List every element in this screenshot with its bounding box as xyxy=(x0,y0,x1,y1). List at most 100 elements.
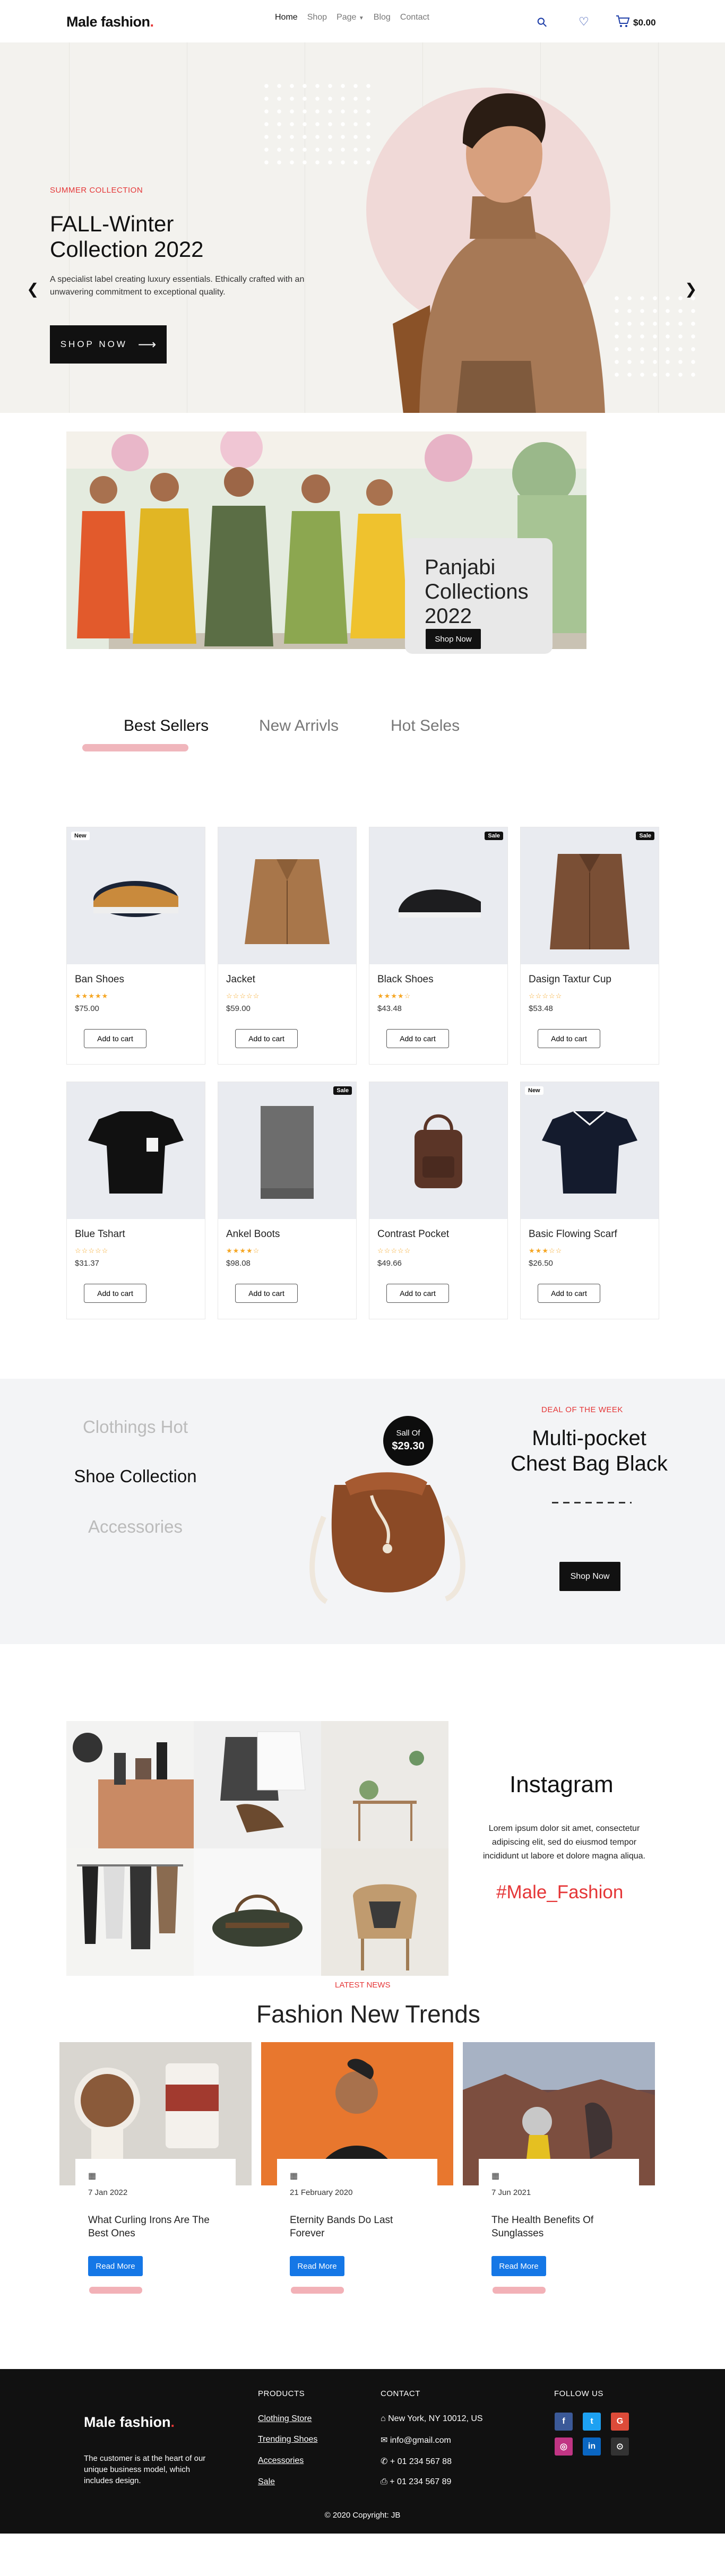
add-to-cart-button[interactable]: Add to cart xyxy=(538,1284,600,1303)
nav-contact[interactable]: Contact xyxy=(400,13,429,22)
instagram-photo[interactable] xyxy=(66,1848,194,1976)
tab-best-sellers[interactable]: Best Sellers xyxy=(124,717,209,735)
product-name[interactable]: Ankel Boots xyxy=(226,1229,280,1240)
instagram-text: Lorem ipsum dolor sit amet, consectetur … xyxy=(483,1824,645,1861)
polo-image[interactable] xyxy=(521,1082,659,1219)
product-name[interactable]: Blue Tshart xyxy=(75,1229,125,1240)
linkedin-icon[interactable]: in xyxy=(583,2437,601,2456)
product-name[interactable]: Dasign Taxtur Cup xyxy=(529,974,611,986)
tab-new-arrivals[interactable]: New Arrivls xyxy=(259,717,339,735)
blog-kicker: LATEST NEWS xyxy=(335,1981,391,1990)
footer-link-accessories[interactable]: Accessories xyxy=(258,2456,304,2466)
footer-fax-text: + 01 234 567 89 xyxy=(390,2477,452,2486)
product-name[interactable]: Ban Shoes xyxy=(75,974,124,986)
nav-home[interactable]: Home xyxy=(275,13,298,22)
footer-link-sale[interactable]: Sale xyxy=(258,2477,275,2487)
read-more-button[interactable]: Read More xyxy=(491,2256,546,2276)
read-more-button[interactable]: Read More xyxy=(88,2256,143,2276)
product-card[interactable]: Sale Dasign Taxtur Cup ☆☆☆☆☆ $53.48 Add to c… xyxy=(520,827,659,1065)
product-card[interactable]: New Basic Flowing Scarf ★★★☆☆ $26.50 Add to … xyxy=(520,1082,659,1319)
blog-post-title[interactable]: The Health Benefits Of Sunglasses xyxy=(491,2214,624,2240)
footer-phone: ✆ + 01 234 567 88 xyxy=(381,2456,452,2467)
sneaker-image[interactable] xyxy=(67,827,205,964)
star-icon: ☆ xyxy=(404,992,411,1000)
star-icon: ★ xyxy=(75,992,82,1000)
deal-title: Multi-pocket Chest Bag Black xyxy=(511,1427,668,1475)
product-card[interactable]: Jacket ☆☆☆☆☆ $59.00 Add to cart xyxy=(218,827,357,1065)
footer-link-shoes[interactable]: Trending Shoes xyxy=(258,2435,317,2444)
product-card[interactable]: Sale Ankel Boots ★★★★☆ $98.08 Add to cart xyxy=(218,1082,357,1319)
shoe-image[interactable] xyxy=(369,827,507,964)
shop-now-button[interactable]: SHOP NOW ⟶ xyxy=(50,325,167,364)
deal-category-shoes[interactable]: Shoe Collection xyxy=(69,1466,202,1486)
deal-shop-now-button[interactable]: Shop Now xyxy=(559,1562,620,1591)
add-to-cart-button[interactable]: Add to cart xyxy=(386,1284,449,1303)
deal-category-accessories[interactable]: Accessories xyxy=(69,1517,202,1537)
add-to-cart-button[interactable]: Add to cart xyxy=(235,1029,298,1048)
read-more-button[interactable]: Read More xyxy=(290,2256,344,2276)
chevron-right-icon[interactable]: ❯ xyxy=(685,280,697,298)
footer-link-clothing[interactable]: Clothing Store xyxy=(258,2414,312,2424)
instagram-photo[interactable] xyxy=(194,1848,321,1976)
panjabi-title: Panjabi Collections 2022 xyxy=(425,556,529,628)
product-card[interactable]: Contrast Pocket ☆☆☆☆☆ $49.66 Add to cart xyxy=(369,1082,508,1319)
product-card[interactable]: Sale Black Shoes ★★★★☆ $43.48 Add to cart xyxy=(369,827,508,1065)
blog-post-title[interactable]: What Curling Irons Are The Best Ones xyxy=(88,2214,221,2240)
deal-category-clothings[interactable]: Clothings Hot xyxy=(69,1417,202,1437)
chevron-left-icon[interactable]: ❮ xyxy=(27,280,39,298)
sale-badge-label: Sall Of xyxy=(396,1429,420,1438)
add-to-cart-button[interactable]: Add to cart xyxy=(386,1029,449,1048)
instagram-photo[interactable] xyxy=(66,1721,194,1848)
blog-post-title[interactable]: Eternity Bands Do Last Forever xyxy=(290,2214,422,2240)
instagram-photo[interactable] xyxy=(321,1721,448,1848)
shirt-image[interactable] xyxy=(521,827,659,964)
calendar-icon: ▦ xyxy=(88,2172,97,2181)
jacket-image[interactable] xyxy=(218,827,356,964)
add-to-cart-button[interactable]: Add to cart xyxy=(84,1029,146,1048)
github-icon[interactable]: ⊙ xyxy=(611,2437,629,2456)
star-icon: ★ xyxy=(384,992,391,1000)
cart-icon[interactable] xyxy=(616,15,631,32)
star-icon: ★ xyxy=(239,1247,246,1255)
add-to-cart-button[interactable]: Add to cart xyxy=(235,1284,298,1303)
heart-icon[interactable]: ♡ xyxy=(579,15,589,29)
panjabi-shop-now-button[interactable]: Shop Now xyxy=(426,629,481,649)
add-to-cart-button[interactable]: Add to cart xyxy=(84,1284,146,1303)
panjabi-banner: Panjabi Collections 2022 Shop Now xyxy=(0,413,725,694)
product-name[interactable]: Jacket xyxy=(226,974,255,986)
footer-email-text: info@gmail.com xyxy=(390,2436,451,2445)
product-price: $98.08 xyxy=(226,1259,251,1268)
blog-post: ▦ 21 February 2020 Eternity Bands Do Last … xyxy=(261,2042,453,2294)
nav-page[interactable]: Page ▼ xyxy=(336,13,364,22)
instagram-photo[interactable] xyxy=(321,1848,448,1976)
add-to-cart-button[interactable]: Add to cart xyxy=(538,1029,600,1048)
google-icon[interactable]: G xyxy=(611,2413,629,2431)
product-name[interactable]: Black Shoes xyxy=(377,974,434,986)
product-name[interactable]: Basic Flowing Scarf xyxy=(529,1229,617,1240)
deal-kicker: DEAL OF THE WEEK xyxy=(541,1405,623,1414)
facebook-icon[interactable]: f xyxy=(555,2413,573,2431)
product-price: $26.50 xyxy=(529,1259,553,1268)
instagram-photo[interactable] xyxy=(194,1721,321,1848)
star-icon: ☆ xyxy=(246,992,253,1000)
nav-blog[interactable]: Blog xyxy=(374,13,391,22)
product-name[interactable]: Contrast Pocket xyxy=(377,1229,449,1240)
logo[interactable]: Male fashion. xyxy=(66,14,154,30)
footer-logo[interactable]: Male fashion. xyxy=(84,2414,175,2431)
product-card[interactable]: Blue Tshart ☆☆☆☆☆ $31.37 Add to cart xyxy=(66,1082,205,1319)
nav-shop[interactable]: Shop xyxy=(307,13,327,22)
footer-products-heading: PRODUCTS xyxy=(258,2389,305,2398)
star-icon: ★ xyxy=(101,992,109,1000)
caret-down-icon: ▼ xyxy=(358,15,364,21)
backpack-image[interactable] xyxy=(369,1082,507,1219)
instagram-icon[interactable]: ◎ xyxy=(555,2437,573,2456)
product-card[interactable]: New Ban Shoes ★★★★★ $75.00 Add to cart xyxy=(66,827,205,1065)
tshirt-image[interactable] xyxy=(67,1082,205,1219)
printer-icon: ⎙ xyxy=(381,2477,387,2486)
instagram-hashtag[interactable]: #Male_Fashion xyxy=(496,1882,623,1903)
star-icon: ☆ xyxy=(88,1247,95,1255)
scarf-image[interactable] xyxy=(218,1082,356,1219)
search-icon[interactable]: ⚲ xyxy=(533,14,551,31)
twitter-icon[interactable]: t xyxy=(583,2413,601,2431)
tab-hot-sales[interactable]: Hot Seles xyxy=(391,717,460,735)
